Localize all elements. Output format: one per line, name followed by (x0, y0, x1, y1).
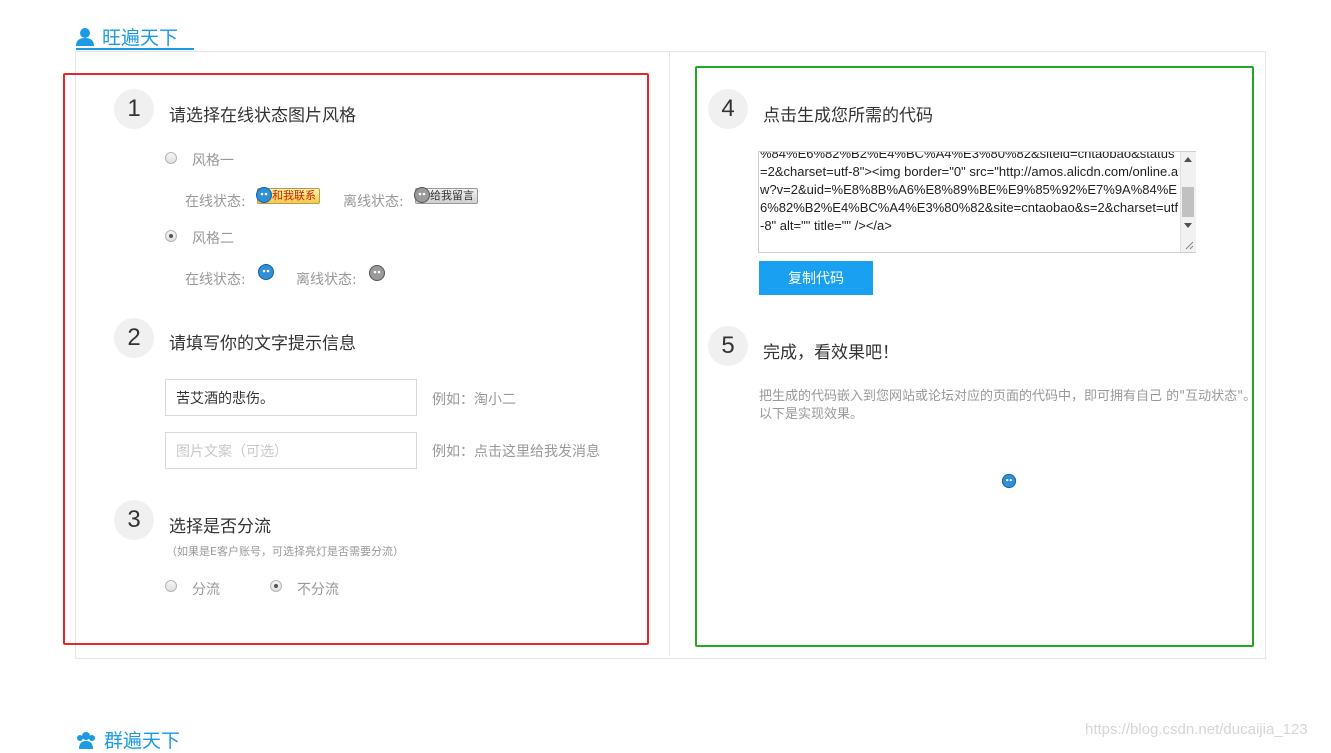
style-1-online-label: 在线状态: (185, 194, 246, 210)
step-3-subtitle: （如果是E客户账号，可选择亮灯是否需要分流） (166, 545, 404, 558)
scroll-down-icon[interactable] (1184, 223, 1192, 229)
left-highlight-frame (63, 73, 649, 645)
section-title-text: 旺遍天下 (102, 27, 179, 49)
step-4-number: 4 (708, 89, 748, 129)
style-2-radio[interactable] (165, 230, 177, 242)
style-2-online-label: 在线状态: (185, 272, 246, 288)
wangwang-preview-icon[interactable] (1001, 473, 1017, 489)
split-label[interactable]: 分流 (192, 579, 220, 599)
step-3-number: 3 (114, 500, 154, 540)
nosplit-label[interactable]: 不分流 (297, 579, 339, 599)
wangwang-offline-icon (414, 187, 430, 203)
style-1-radio[interactable] (165, 152, 177, 164)
style-2-offline-label: 离线状态: (296, 272, 357, 288)
wangwang-offline-badge: 给我留言 (413, 186, 483, 204)
generated-code-text: %84%E6%82%B2%E4%BC%A4%E3%80%82&siteid=cn… (760, 151, 1179, 233)
section-title-underline (76, 48, 194, 50)
step-1-number: 1 (114, 89, 154, 129)
section-title-wangwang: 旺遍天下 (76, 23, 178, 50)
step-4-title: 点击生成您所需的代码 (763, 106, 933, 126)
tip-text-example: 例如：淘小二 (432, 392, 516, 408)
tip-text-input[interactable]: 苦艾酒的悲伤。 (165, 379, 417, 416)
wangwang-online-badge: 和我联系 (255, 186, 325, 204)
section-title-group: 群遍天下 (76, 726, 180, 753)
scroll-up-icon[interactable] (1184, 156, 1192, 162)
resize-handle-icon[interactable] (1184, 240, 1194, 250)
step-2-number: 2 (114, 318, 154, 358)
step-5-title: 完成，看效果吧！ (763, 343, 899, 363)
user-icon (76, 27, 94, 47)
wangwang-online-icon (258, 264, 274, 280)
generated-code-textarea[interactable]: %84%E6%82%B2%E4%BC%A4%E3%80%82&siteid=cn… (758, 151, 1196, 253)
code-scrollbar[interactable] (1180, 152, 1196, 252)
style-1-offline-label: 离线状态: (343, 194, 404, 210)
image-text-input[interactable]: 图片文案（可选） (165, 432, 417, 469)
step-3-title: 选择是否分流 (169, 517, 271, 537)
panel-divider (669, 52, 670, 656)
step-2-title: 请填写你的文字提示信息 (169, 334, 356, 354)
copy-code-button[interactable]: 复制代码 (759, 261, 873, 295)
scroll-thumb[interactable] (1182, 187, 1194, 217)
wangwang-online-icon (256, 187, 272, 203)
section-title-text: 群遍天下 (104, 730, 181, 752)
step-5-number: 5 (708, 326, 748, 366)
group-icon (76, 731, 96, 749)
style-1-label[interactable]: 风格一 (192, 150, 234, 170)
wangwang-offline-icon (369, 265, 385, 281)
style-2-label[interactable]: 风格二 (192, 228, 234, 248)
image-text-example: 例如：点击这里给我发消息 (432, 444, 600, 460)
split-radio[interactable] (165, 580, 177, 592)
nosplit-radio[interactable] (270, 580, 282, 592)
step-5-description: 把生成的代码嵌入到您网站或论坛对应的页面的代码中，即可拥有自己 的"互动状态"。… (759, 389, 1257, 422)
watermark: https://blog.csdn.net/ducaijia_123 (1085, 721, 1308, 738)
step-1-title: 请选择在线状态图片风格 (169, 106, 356, 126)
